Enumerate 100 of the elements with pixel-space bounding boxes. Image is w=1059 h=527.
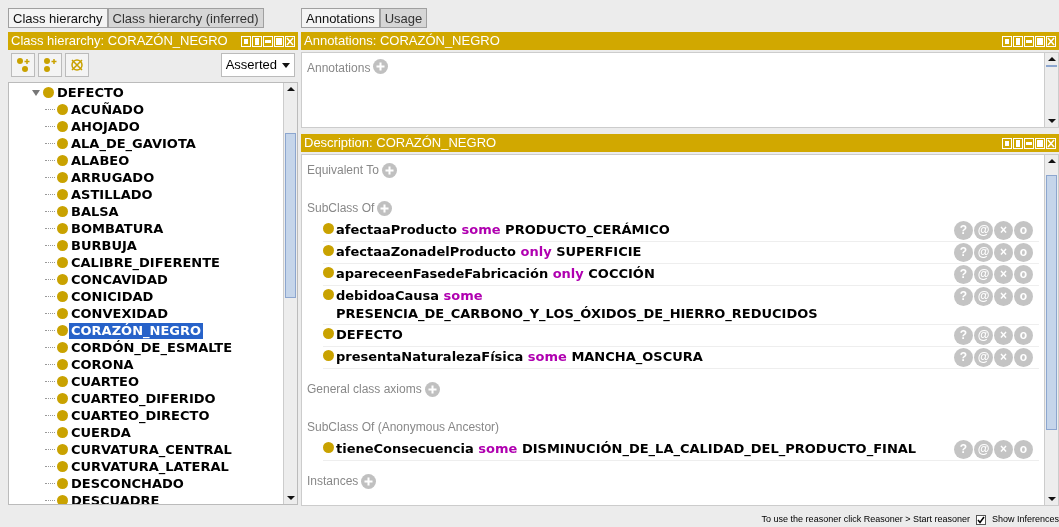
tree-item[interactable]: DESCUADRE [69, 492, 162, 504]
class-icon [323, 289, 334, 300]
tree-item[interactable]: BOMBATURA [69, 220, 166, 237]
class-icon [57, 495, 68, 504]
add-icon[interactable] [377, 200, 393, 216]
axiom-expression[interactable]: debidoaCausa some PRESENCIA_DE_CARBONO_Y_LOS_ÓXIDOS_DE_HIERRO_REDUCIDOS [336, 287, 954, 323]
class-icon [323, 223, 334, 234]
class-icon [57, 359, 68, 370]
tree-item[interactable]: BALSA [69, 203, 121, 220]
class-icon [57, 444, 68, 455]
class-icon [57, 274, 68, 285]
section-title: SubClass Of (Anonymous Ancestor) [307, 419, 500, 436]
add-icon[interactable] [361, 473, 377, 489]
class-icon [57, 257, 68, 268]
class-icon [57, 427, 68, 438]
view-controls-icon[interactable] [241, 35, 295, 47]
scrollbar[interactable] [1044, 53, 1058, 127]
add-sibling-button[interactable] [38, 53, 62, 77]
view-title: Description: CORAZÓN_NEGRO [304, 134, 497, 152]
view-title: Annotations: CORAZÓN_NEGRO [304, 32, 500, 50]
checkbox-label: Show Inferences [991, 513, 1059, 527]
add-subclass-button[interactable] [11, 53, 35, 77]
tree-item[interactable]: CURVATURA_LATERAL [69, 458, 231, 475]
view-mode-dropdown[interactable]: Asserted [220, 53, 295, 77]
tree-item[interactable]: CUARTEO_DIFERIDO [69, 390, 218, 407]
axiom-expression[interactable]: presentaNaturalezaFísica some MANCHA_OSCURA [336, 348, 954, 366]
axiom-expression[interactable]: afectaaZonadelProducto only SUPERFICIE [336, 243, 954, 261]
tab[interactable]: Annotations [301, 8, 380, 28]
class-icon [323, 350, 334, 361]
axiom-expression[interactable]: tieneConsecuencia some DISMINUCIÓN_DE_LA_CALIDAD_DEL_PRODUCTO_FINAL [336, 440, 954, 458]
class-icon [57, 206, 68, 217]
show-inferences-checkbox[interactable] [975, 515, 986, 525]
tree-item[interactable]: CURVATURA_CENTRAL [69, 441, 234, 458]
section-title: Annotations [307, 60, 371, 77]
class-icon [57, 376, 68, 387]
tree-item[interactable]: CUARTEO_DIRECTO [69, 407, 212, 424]
view-controls-icon[interactable] [1002, 137, 1056, 149]
tree-item[interactable]: ASTILLADO [69, 186, 155, 203]
class-icon [57, 189, 68, 200]
tab[interactable]: Usage [379, 8, 428, 28]
delete-class-button[interactable] [65, 53, 89, 77]
section-title: Instances [307, 473, 359, 490]
axiom-expression[interactable]: apareceenFasedeFabricación only COCCIÓN [336, 265, 954, 283]
class-icon [43, 87, 54, 98]
class-icon [57, 223, 68, 234]
tree-item[interactable]: CUERDA [69, 424, 133, 441]
scrollbar[interactable] [283, 83, 297, 504]
class-icon [57, 155, 68, 166]
class-icon [57, 104, 68, 115]
class-icon [57, 172, 68, 183]
class-icon [57, 291, 68, 302]
class-icon [57, 308, 68, 319]
class-icon [57, 393, 68, 404]
caret-icon [282, 62, 290, 68]
scrollbar[interactable] [1044, 155, 1058, 505]
class-icon [57, 240, 68, 251]
axiom-expression[interactable]: afectaaProducto some PRODUCTO_CERÁMICO [336, 221, 954, 239]
tree-item[interactable]: CORAZÓN_NEGRO [69, 322, 203, 339]
add-subclass-icon [15, 57, 31, 73]
section-title: Equivalent To [307, 162, 379, 179]
tree-item[interactable]: ACUÑADO [69, 101, 146, 118]
class-icon [323, 442, 334, 453]
class-icon [57, 461, 68, 472]
section-title: SubClass Of [307, 200, 375, 217]
class-icon [57, 342, 68, 353]
class-icon [323, 267, 334, 278]
tree-item[interactable]: CONICIDAD [69, 288, 156, 305]
tree-item[interactable]: ARRUGADO [69, 169, 157, 186]
tree-item[interactable]: CALIBRE_DIFERENTE [69, 254, 222, 271]
view-title: Class hierarchy: CORAZÓN_NEGRO [11, 32, 228, 50]
add-icon[interactable] [373, 59, 389, 74]
tree-item[interactable]: CONVEXIDAD [69, 305, 170, 322]
tree-item[interactable]: CORDÓN_DE_ESMALTE [69, 339, 235, 356]
tree-item[interactable]: AHOJADO [69, 118, 142, 135]
tree-item[interactable]: ALA_DE_GAVIOTA [69, 135, 198, 152]
tree-item[interactable]: DESCONCHADO [69, 475, 186, 492]
add-icon[interactable] [424, 381, 440, 397]
class-icon [57, 478, 68, 489]
class-icon [323, 245, 334, 256]
tree-item[interactable]: BURBUJA [69, 237, 139, 254]
tree-item[interactable]: CONCAVIDAD [69, 271, 170, 288]
tab[interactable]: Class hierarchy (inferred) [107, 8, 264, 28]
class-icon [57, 121, 68, 132]
tree-item[interactable]: DEFECTO [55, 84, 126, 101]
add-icon[interactable] [381, 162, 397, 178]
view-controls-icon[interactable] [1002, 35, 1056, 47]
tree-item[interactable]: ALABEO [69, 152, 132, 169]
class-icon [57, 410, 68, 421]
tree-item[interactable]: CUARTEO [69, 373, 141, 390]
tab[interactable]: Class hierarchy [8, 8, 108, 28]
axiom-expression[interactable]: DEFECTO [336, 326, 954, 344]
class-icon [57, 138, 68, 149]
crossed-circle-icon [69, 57, 85, 73]
class-icon [57, 325, 68, 336]
status-message: To use the reasoner click Reasoner > Start reasoner [761, 513, 970, 527]
expander-icon[interactable] [31, 87, 41, 98]
add-sibling-icon [42, 57, 58, 73]
tree-item[interactable]: CORONA [69, 356, 136, 373]
section-title: General class axioms [307, 381, 422, 398]
class-icon [323, 328, 334, 339]
